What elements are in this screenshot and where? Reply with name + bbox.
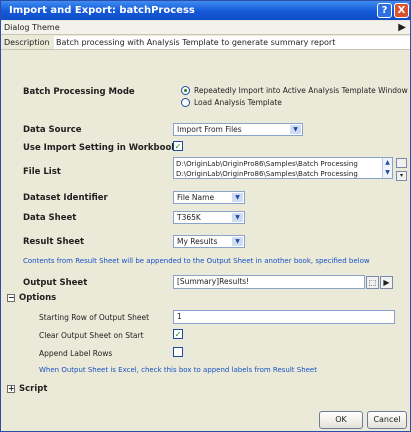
file-list-scrollbar[interactable]: ▲ ▼ [382, 158, 392, 178]
result-sheet-label: Result Sheet [23, 237, 85, 247]
chevron-down-icon: ▼ [290, 125, 301, 134]
chevron-down-icon: ▼ [232, 237, 243, 246]
description-label: Description [4, 38, 50, 47]
cancel-button[interactable]: Cancel [367, 411, 407, 429]
collapse-icon: − [7, 293, 15, 302]
description-value: Batch processing with Analysis Template … [54, 36, 410, 49]
dialog-theme-label: Dialog Theme [4, 23, 60, 32]
file-list-label: File List [23, 167, 61, 177]
title-bar: Import and Export: batchProcess ? X [1, 1, 410, 20]
result-sheet-note: Contents from Result Sheet will be appen… [23, 257, 370, 265]
sheet-picker-button[interactable]: ⬚ [366, 276, 379, 289]
radio-load-template-label: Load Analysis Template [194, 98, 282, 107]
data-sheet-label: Data Sheet [23, 213, 77, 223]
data-sheet-combo[interactable]: T365K ▼ [173, 211, 245, 224]
description-row: Description Batch processing with Analys… [1, 36, 410, 50]
radio-repeat-import[interactable]: Repeatedly Import into Active Analysis T… [181, 86, 408, 95]
right-arrow-icon[interactable]: ▶ [398, 22, 406, 33]
result-sheet-value: My Results [177, 237, 218, 246]
close-button[interactable]: X [394, 3, 409, 18]
clear-output-checkbox[interactable]: ✓ [173, 329, 183, 339]
browse-files-button[interactable] [396, 158, 407, 168]
dialog-theme-row[interactable]: Dialog Theme ▶ [1, 21, 410, 35]
data-source-combo[interactable]: Import From Files ▼ [173, 123, 303, 136]
output-sheet-input[interactable]: [Summary]Results! [173, 275, 365, 289]
use-import-setting-checkbox[interactable]: ✓ [173, 141, 183, 151]
radio-load-template[interactable]: Load Analysis Template [181, 98, 282, 107]
sheet-menu-arrow-icon[interactable]: ▶ [380, 276, 393, 289]
result-sheet-combo[interactable]: My Results ▼ [173, 235, 245, 248]
append-label-note: When Output Sheet is Excel, check this b… [39, 366, 317, 374]
data-sheet-value: T365K [177, 213, 201, 222]
file-list-item[interactable]: D:\OriginLab\OriginPro86\Samples\Batch P… [176, 159, 380, 169]
use-import-setting-label: Use Import Setting in Workbook [23, 143, 177, 153]
data-source-value: Import From Files [177, 125, 242, 134]
dataset-identifier-value: File Name [177, 193, 215, 202]
chevron-down-icon: ▼ [232, 213, 243, 222]
file-list-item[interactable]: D:\OriginLab\OriginPro86\Samples\Batch P… [176, 169, 380, 178]
starting-row-label: Starting Row of Output Sheet [39, 313, 150, 322]
scroll-down-icon[interactable]: ▼ [383, 168, 392, 178]
append-label-rows-label: Append Label Rows [39, 349, 113, 358]
ok-button[interactable]: OK [319, 411, 363, 429]
radio-selected-icon [181, 86, 190, 95]
script-expander[interactable]: + Script [7, 384, 47, 394]
file-list-box[interactable]: D:\OriginLab\OriginPro86\Samples\Batch P… [173, 157, 393, 179]
radio-repeat-import-label: Repeatedly Import into Active Analysis T… [194, 86, 408, 95]
batch-mode-label: Batch Processing Mode [23, 87, 135, 97]
file-list-options-button[interactable]: ▾ [396, 171, 407, 181]
script-label: Script [19, 384, 48, 394]
dataset-identifier-combo[interactable]: File Name ▼ [173, 191, 245, 204]
append-label-rows-checkbox[interactable] [173, 347, 183, 357]
options-label: Options [19, 293, 57, 303]
data-source-label: Data Source [23, 125, 82, 135]
dialog-window: Import and Export: batchProcess ? X Dial… [0, 0, 411, 432]
help-button[interactable]: ? [377, 3, 392, 18]
close-icon: X [397, 5, 406, 16]
options-expander[interactable]: − Options [7, 293, 56, 303]
starting-row-input[interactable]: 1 [173, 310, 395, 324]
chevron-down-icon: ▼ [232, 193, 243, 202]
window-title: Import and Export: batchProcess [9, 5, 195, 16]
scroll-up-icon[interactable]: ▲ [383, 158, 392, 168]
radio-unselected-icon [181, 98, 190, 107]
expand-icon: + [7, 384, 15, 393]
help-icon: ? [381, 5, 388, 16]
clear-output-label: Clear Output Sheet on Start [39, 331, 144, 340]
dataset-identifier-label: Dataset Identifier [23, 193, 108, 203]
output-sheet-label: Output Sheet [23, 278, 88, 288]
